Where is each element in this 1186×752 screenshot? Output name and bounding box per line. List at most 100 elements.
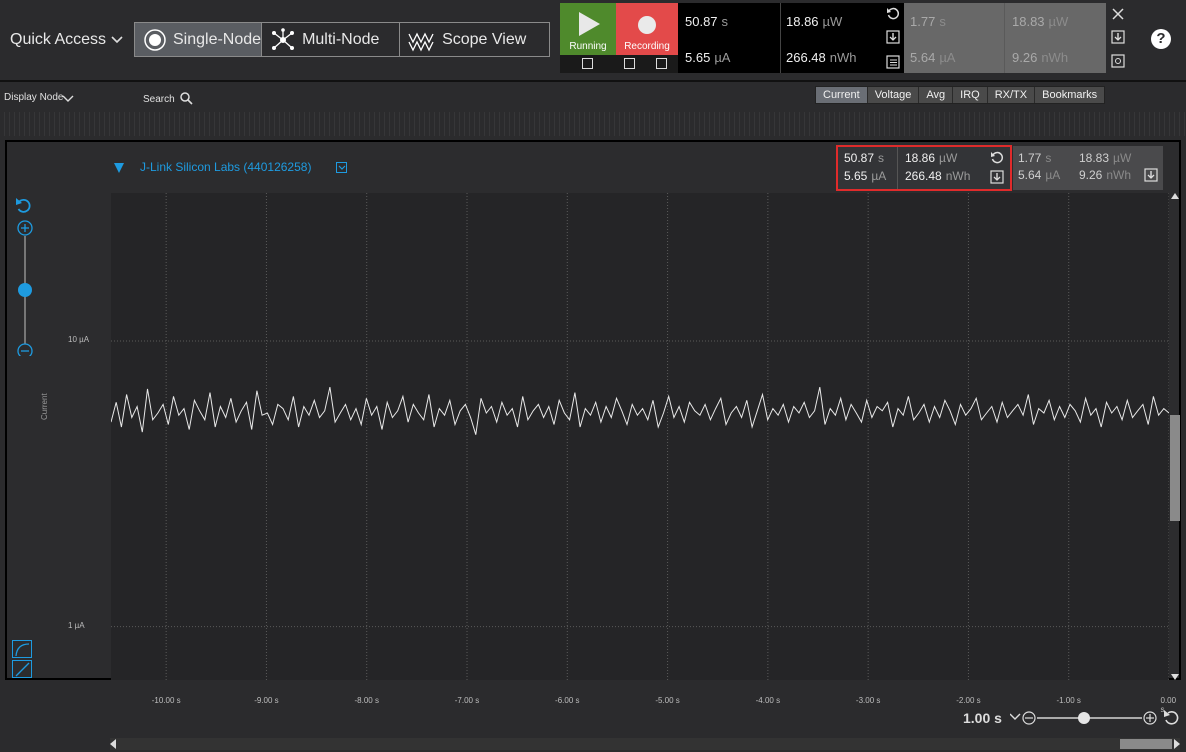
tab-voltage[interactable]: Voltage	[868, 87, 920, 103]
reset-icon[interactable]	[886, 7, 900, 21]
node-sel-power-value: 18.83 µW	[1079, 151, 1131, 165]
trigger-rise-icon[interactable]	[582, 58, 593, 69]
scroll-thumb[interactable]	[1120, 739, 1172, 749]
line-icon	[15, 662, 30, 677]
unit: nWh	[945, 169, 971, 183]
download-icon[interactable]	[1111, 30, 1125, 44]
value: 9.26	[1012, 50, 1038, 65]
list-icon[interactable]	[886, 55, 900, 69]
recording-label: Recording	[624, 41, 670, 52]
zoom-slider-handle[interactable]	[18, 283, 32, 297]
single-node-button[interactable]: Single-Node	[135, 23, 263, 56]
node-current-value: 5.65 µA	[844, 169, 886, 183]
view-tabs: Current Voltage Avg IRQ RX/TX Bookmarks	[815, 86, 1106, 104]
divider	[780, 3, 781, 73]
unit: s	[1045, 151, 1052, 165]
run-button[interactable]: Running	[560, 3, 616, 55]
time-zoom-handle[interactable]	[1078, 712, 1090, 724]
chevron-down-icon[interactable]	[1010, 713, 1021, 720]
scroll-thumb[interactable]	[1170, 415, 1180, 521]
fit-selection-icon[interactable]	[1111, 54, 1125, 68]
y-axis-label: Current	[40, 393, 49, 420]
current-chart[interactable]	[110, 193, 1170, 680]
x-tick-label: -2.00 s	[956, 696, 981, 705]
current-value: 5.65 µA	[685, 50, 730, 65]
close-icon[interactable]	[1111, 7, 1125, 21]
single-node-icon	[144, 28, 166, 51]
zoom-out-icon[interactable]	[1022, 711, 1036, 725]
chevron-down-icon[interactable]	[110, 34, 124, 46]
trigger-fall-icon[interactable]	[656, 58, 667, 69]
unit: µA	[714, 50, 731, 65]
unit: s	[878, 151, 885, 165]
trigger-rise-icon[interactable]	[624, 58, 635, 69]
value: 266.48	[905, 169, 942, 183]
x-tick-label: -3.00 s	[855, 696, 881, 705]
value: 5.64	[1018, 168, 1042, 182]
value: 9.26	[1079, 168, 1103, 182]
current-plot-area[interactable]	[110, 193, 1170, 680]
timeline-overview[interactable]	[0, 112, 1186, 136]
quick-access-label[interactable]: Quick Access	[10, 31, 106, 49]
x-tick-label: -10.00 s	[151, 696, 181, 705]
collapse-triangle-icon[interactable]	[113, 162, 125, 174]
chevron-down-icon[interactable]	[62, 94, 74, 104]
power-value: 18.86 µW	[786, 14, 842, 29]
value: 5.64	[910, 50, 936, 65]
chevron-down-icon	[338, 165, 346, 170]
reset-zoom-icon[interactable]	[16, 198, 31, 213]
mode-label: Scope View	[442, 30, 527, 48]
node-sel-time-value: 1.77 s	[1018, 151, 1051, 165]
running-label: Running	[569, 41, 607, 52]
scope-view-icon	[408, 32, 434, 51]
value: 18.86	[905, 151, 936, 165]
unit: µA	[871, 169, 887, 183]
zoom-in-icon[interactable]	[17, 220, 33, 236]
x-tick-label: -7.00 s	[454, 696, 480, 705]
zoom-out-icon[interactable]	[17, 343, 33, 356]
divider	[1004, 3, 1005, 73]
zoom-in-icon[interactable]	[1143, 711, 1157, 725]
vertical-scrollbar[interactable]	[1169, 193, 1181, 680]
value: 1.77	[910, 14, 936, 29]
scroll-down-icon[interactable]	[1171, 674, 1179, 680]
node-options-dropdown[interactable]	[336, 162, 347, 173]
node-energy-value: 266.48 nWh	[905, 169, 970, 183]
display-node-dropdown[interactable]: Display Node	[4, 92, 63, 103]
scope-view-button[interactable]: Scope View	[400, 23, 549, 56]
value: 5.65	[685, 50, 711, 65]
node-selection-measurement-panel: 1.77 s 5.64 µA 18.83 µW 9.26 nWh	[1013, 146, 1163, 190]
measurement-actions	[882, 3, 904, 73]
x-tick-label: -9.00 s	[254, 696, 279, 705]
download-icon[interactable]	[1144, 168, 1158, 182]
reset-zoom-icon[interactable]	[1164, 710, 1179, 725]
mode-label: Multi-Node	[302, 30, 380, 48]
time-scale-dropdown[interactable]: 1.00 s	[963, 710, 1002, 726]
vertical-zoom-control	[16, 198, 33, 356]
tab-rxtx[interactable]: RX/TX	[988, 87, 1036, 103]
download-icon[interactable]	[886, 30, 900, 44]
tab-current[interactable]: Current	[816, 87, 868, 103]
divider	[897, 147, 898, 189]
curve-mode-icon[interactable]	[12, 640, 32, 658]
search-button[interactable]: Search	[143, 92, 194, 105]
multi-node-button[interactable]: Multi-Node	[262, 23, 401, 56]
scroll-up-icon[interactable]	[1171, 193, 1179, 199]
help-button[interactable]: ?	[1151, 29, 1171, 49]
value: 18.86	[786, 14, 819, 29]
unit: nWh	[1106, 168, 1132, 182]
horizontal-scrollbar[interactable]	[110, 738, 1180, 750]
linear-mode-icon[interactable]	[12, 660, 32, 678]
node-sel-energy-value: 9.26 nWh	[1079, 168, 1131, 182]
tab-irq[interactable]: IRQ	[953, 87, 988, 103]
tab-bookmarks[interactable]: Bookmarks	[1035, 87, 1104, 103]
tab-avg[interactable]: Avg	[919, 87, 954, 103]
x-tick-label: -6.00 s	[555, 696, 580, 705]
play-icon	[579, 12, 600, 36]
record-button[interactable]: Recording	[616, 3, 678, 55]
current-trace	[110, 386, 1170, 435]
reset-icon[interactable]	[990, 151, 1004, 165]
unit: µW	[822, 14, 843, 29]
download-icon[interactable]	[990, 170, 1004, 184]
time-value: 50.87 s	[685, 14, 728, 29]
